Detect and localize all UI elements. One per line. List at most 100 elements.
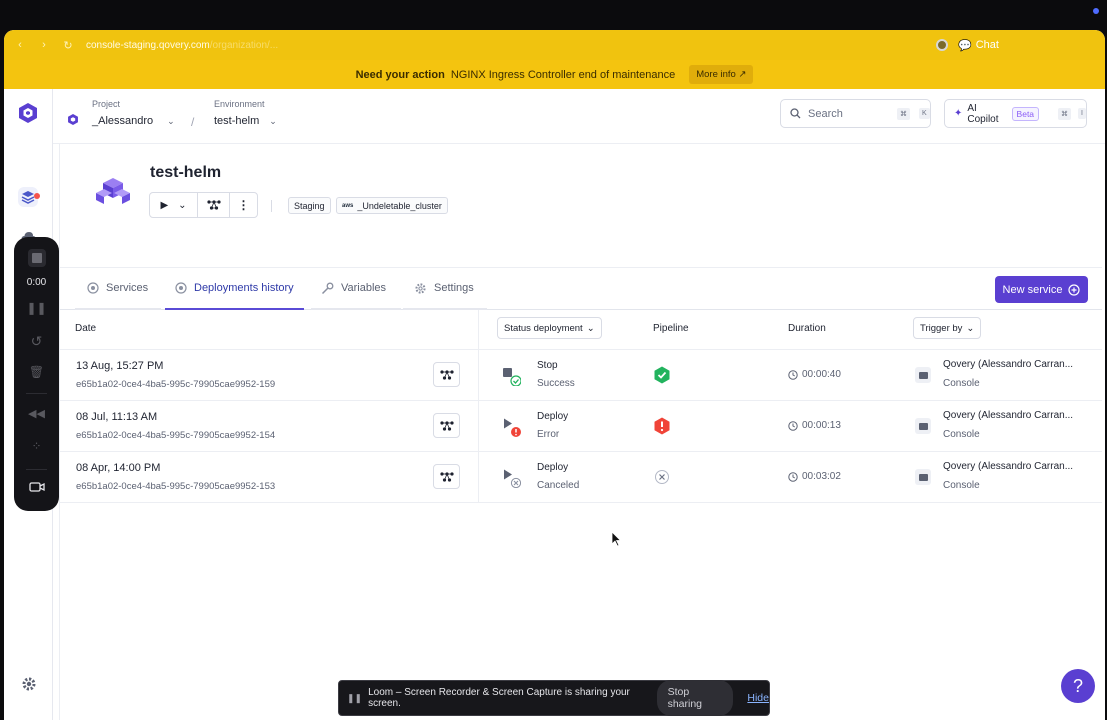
table-row[interactable]: 13 Aug, 15:27 PM e65b1a02-0ce4-4ba5-995c…	[60, 350, 1102, 401]
banner-message: NGINX Ingress Controller end of maintena…	[450, 68, 676, 81]
table-row[interactable]: 08 Jul, 11:13 AM e65b1a02-0ce4-4ba5-995c…	[60, 401, 1102, 452]
loom-recorder-panel: 0:00 ❚❚ ↺ 🗑 ◀◀ ⁘	[14, 237, 59, 511]
stop-recording-button[interactable]	[14, 249, 59, 267]
tab-settings[interactable]: Settings	[414, 268, 474, 310]
stop-square-icon	[27, 249, 46, 267]
environment-actions: ▶ ⌄ ⋮	[149, 192, 258, 218]
address-bar[interactable]: console-staging.qovery.com/organization/…	[86, 40, 916, 51]
stop-success-icon	[503, 368, 521, 386]
view-pipeline-button[interactable]	[433, 464, 460, 489]
deployment-id: e65b1a02-0ce4-4ba5-995c-79905cae9952-159	[76, 379, 276, 390]
help-icon: ?	[1072, 675, 1083, 696]
project-name: _Alessandro	[92, 115, 154, 127]
key-icon	[321, 282, 334, 294]
clock-icon	[788, 471, 798, 482]
delete-button[interactable]: 🗑	[14, 365, 59, 379]
sharing-message: Loom – Screen Recorder & Screen Capture …	[368, 687, 630, 709]
page-title: test-helm	[150, 164, 222, 181]
browser-toolbar: ‹ › ↻ console-staging.qovery.com/organiz…	[4, 30, 1105, 60]
recording-indicator-dot	[1093, 8, 1099, 14]
copilot-shortcut-key: I	[1078, 108, 1086, 119]
tab-label: Variables	[341, 282, 387, 294]
video-camera-icon	[28, 482, 45, 492]
project-label: Project	[92, 99, 121, 109]
forward-icon[interactable]: ›	[36, 39, 52, 51]
kebab-menu-icon: ⋮	[237, 198, 250, 212]
search-shortcut-cmd: ⌘	[897, 107, 910, 120]
deployment-action: Stop	[537, 360, 558, 371]
back-icon[interactable]: ‹	[12, 39, 28, 51]
view-pipeline-button[interactable]	[433, 362, 460, 387]
notification-dot	[34, 193, 40, 199]
table-row[interactable]: 08 Apr, 14:00 PM e65b1a02-0ce4-4ba5-995c…	[60, 452, 1102, 503]
deployment-status: Error	[537, 429, 560, 440]
chat-label: Chat	[975, 39, 999, 51]
chat-bubble-icon: 💬	[958, 39, 972, 52]
status-filter-label: Status deployment	[504, 322, 583, 334]
new-service-label: New service	[1002, 283, 1063, 296]
rewind-button[interactable]: ◀◀	[14, 407, 59, 420]
pipeline-error-icon	[654, 417, 670, 435]
mouse-cursor-icon	[611, 531, 621, 547]
search-button[interactable]: Search ⌘ K	[780, 99, 931, 128]
project-breadcrumb[interactable]: Project _Alessandro ⌄	[92, 99, 175, 127]
trigger-source: Console	[943, 378, 980, 389]
divider	[271, 200, 272, 212]
pipeline-icon	[206, 200, 221, 210]
search-shortcut-key: K	[919, 108, 930, 119]
new-service-button[interactable]: New service	[995, 276, 1088, 303]
history-icon	[175, 282, 187, 294]
console-icon	[915, 367, 931, 383]
deploy-canceled-icon	[504, 469, 521, 488]
extension-icon[interactable]	[936, 39, 948, 51]
ai-copilot-button[interactable]: ✦ AI Copilot Beta ⌘ I	[944, 99, 1087, 128]
duration-value: 00:03:02	[802, 471, 841, 482]
pause-button[interactable]: ❚❚	[14, 301, 59, 315]
deploy-dropdown-button[interactable]: ▶ ⌄	[150, 193, 198, 217]
stop-sharing-button[interactable]: Stop sharing	[656, 680, 734, 716]
search-icon	[790, 108, 801, 119]
deployment-status: Success	[537, 378, 575, 389]
pipeline-button[interactable]	[198, 193, 230, 217]
hide-button[interactable]: Hide	[747, 692, 769, 704]
console-icon	[915, 469, 931, 485]
pipeline-success-icon	[654, 366, 670, 384]
trigger-filter-button[interactable]: Trigger by ⌄	[913, 317, 982, 339]
settings-gear-icon[interactable]	[21, 676, 37, 692]
tab-services[interactable]: Services	[87, 268, 148, 310]
chevron-down-icon: ⌄	[178, 199, 187, 211]
project-logo-icon	[68, 112, 78, 125]
status-filter-button[interactable]: Status deployment ⌄	[497, 317, 602, 339]
top-header: Project _Alessandro ⌄ / Environment test…	[53, 89, 1105, 144]
deployment-duration: 00:03:02	[788, 471, 841, 482]
clock-icon	[788, 369, 798, 380]
deployment-action: Deploy	[537, 462, 569, 473]
reload-icon[interactable]: ↻	[60, 39, 76, 52]
grid-button[interactable]: ⁘	[14, 439, 59, 453]
camera-toggle-button[interactable]	[14, 481, 59, 493]
trigger-user: Qovery (Alessandro Carran...	[943, 461, 1074, 472]
environment-header: test-helm ▶ ⌄ ⋮ Staging aws _Undeletable…	[60, 144, 1102, 268]
pipeline-icon	[439, 420, 454, 431]
maintenance-banner: Need your action NGINX Ingress Controlle…	[4, 60, 1105, 89]
cluster-name: _Undeletable_cluster	[357, 200, 442, 211]
chat-button[interactable]: 💬 Chat	[958, 39, 999, 52]
environment-breadcrumb[interactable]: Environment test-helm ⌄	[214, 99, 277, 127]
divider	[26, 469, 47, 470]
pause-icon: ❚❚	[26, 301, 47, 315]
deployment-date: 13 Aug, 15:27 PM	[76, 360, 164, 372]
more-options-button[interactable]: ⋮	[230, 193, 257, 217]
sparkle-icon: ✦	[954, 108, 963, 119]
view-pipeline-button[interactable]	[433, 413, 460, 438]
trigger-filter-label: Trigger by	[920, 322, 963, 334]
deployment-duration: 00:00:13	[788, 420, 841, 431]
more-info-button[interactable]: More info ↗	[689, 65, 754, 84]
trigger-source: Console	[943, 429, 980, 440]
restart-button[interactable]: ↺	[14, 333, 59, 350]
tab-deployments-history[interactable]: Deployments history	[165, 268, 304, 310]
qovery-logo-icon[interactable]	[19, 103, 37, 123]
help-button[interactable]: ?	[1061, 669, 1095, 703]
rewind-icon: ◀◀	[28, 408, 45, 420]
tab-variables[interactable]: Variables	[321, 268, 386, 310]
url-host: console-staging.qovery.com	[86, 39, 210, 51]
